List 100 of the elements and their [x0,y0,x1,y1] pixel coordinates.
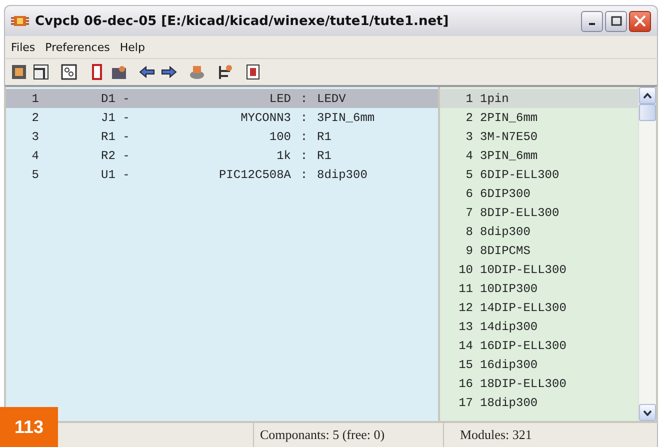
maximize-icon [610,16,622,26]
row-number: 8 [464,224,473,238]
right-arrow-icon[interactable] [161,64,177,80]
row-number: 17 [458,396,473,410]
module-name: 10DIP-ELL300 [480,262,566,276]
row-number: 15 [458,358,473,372]
window-title: Cvpcb 06-dec-05 [E:/kicad/kicad/winexe/tute1/tute1.net] [35,14,450,28]
module-name: 2PIN_6mm [480,110,538,124]
component-footprint: 8dip300 [317,168,368,182]
module-row[interactable]: 14 16DIP-ELL300 [440,336,638,355]
component-value: 100 [268,130,291,144]
row-number: 2 [464,110,473,124]
scroll-down-button[interactable] [639,404,656,421]
row-number: 1 [30,92,39,106]
module-row[interactable]: 1 1pin [440,89,638,108]
module-name: 18dip300 [480,396,538,410]
component-value: PIC12C508A [218,168,291,182]
module-row[interactable]: 10 10DIP-ELL300 [440,260,638,279]
row-number: 13 [458,320,473,334]
scroll-up-button[interactable] [639,87,656,104]
component-footprint: R1 [317,148,332,162]
module-row[interactable]: 2 2PIN_6mm [440,108,638,127]
document-icon[interactable] [245,64,261,80]
module-name: 6DIP-ELL300 [480,168,560,182]
module-name: 3M-N7E50 [480,130,538,144]
footprint-icon[interactable] [111,64,127,80]
module-name: 18DIP-ELL300 [480,376,566,390]
row-number: 4 [30,148,39,162]
component-reference: R1 - [101,130,131,144]
row-number: 11 [458,282,473,296]
menu-item[interactable]: Files [11,40,36,54]
component-row[interactable]: 3 R1 - 100 : R1 [6,127,438,146]
component-value: 1k [276,148,291,162]
status-text: Componants: 5 (free: 0) [254,423,444,447]
row-number: 5 [464,168,473,182]
menu-item[interactable]: Preferences [45,40,110,54]
row-number: 4 [464,148,473,162]
down-caret-icon [643,410,652,416]
status-text: Modules: 321 [459,427,532,443]
component-footprint: LEDV [317,92,346,106]
menu-item[interactable]: Help [120,40,145,54]
module-row[interactable]: 5 6DIP-ELL300 [440,165,638,184]
separator: : [299,168,309,182]
component-row[interactable]: 5 U1 - PIC12C508A : 8dip300 [6,165,438,184]
component-footprint: 3PIN_6mm [317,110,375,124]
module-row[interactable]: 12 14DIP-ELL300 [440,298,638,317]
module-name: 3PIN_6mm [480,148,538,162]
maximize-button[interactable] [605,10,627,32]
module-row[interactable]: 13 14dip300 [440,317,638,336]
row-number: 12 [458,300,473,314]
left-arrow-icon[interactable] [139,64,155,80]
row-number: 3 [464,130,473,144]
component-row[interactable]: 1 D1 - LED : LEDV [6,89,438,108]
module-row[interactable]: 9 8DIPCMS [440,241,638,260]
module-icon[interactable] [61,64,77,80]
component-value: MYCONN3 [240,110,291,124]
auto-assign-icon[interactable] [189,64,205,80]
component-reference: U1 - [101,168,131,182]
row-number: 10 [458,262,473,276]
separator: : [299,92,309,106]
minimize-button[interactable] [581,10,603,32]
component-reference: J1 - [101,110,131,124]
row-number: 14 [458,338,473,352]
component-row[interactable]: 4 R2 - 1k : R1 [6,146,438,165]
module-row[interactable]: 16 18DIP-ELL300 [440,374,638,393]
module-name: 16DIP-ELL300 [480,338,566,352]
chip-outline-icon[interactable] [89,64,105,80]
row-number: 7 [464,206,473,220]
module-row[interactable]: 15 16dip300 [440,355,638,374]
row-number: 1 [464,92,473,106]
module-row[interactable]: 11 10DIP300 [440,279,638,298]
separator: : [299,148,309,162]
module-name: 1pin [480,92,509,106]
close-button[interactable] [629,10,651,32]
component-row[interactable]: 2 J1 - MYCONN3 : 3PIN_6mm [6,108,438,127]
component-value: LED [268,92,291,106]
row-number: 9 [464,244,473,258]
module-row[interactable]: 6 6DIP300 [440,184,638,203]
list-icon[interactable] [217,64,233,80]
board-icon[interactable] [33,64,49,80]
module-name: 16dip300 [480,358,538,372]
module-name: 8DIP-ELL300 [480,206,560,220]
scrollbar[interactable] [638,87,656,421]
separator: : [299,130,309,144]
module-row[interactable]: 4 3PIN_6mm [440,146,638,165]
module-row[interactable]: 3 3M-N7E50 [440,127,638,146]
row-number: 6 [464,186,473,200]
row-number: 3 [30,130,39,144]
module-name: 6DIP300 [480,186,530,200]
row-number: 2 [30,110,39,124]
module-row[interactable]: 7 8DIP-ELL300 [440,203,638,222]
component-reference: D1 - [101,92,131,106]
chip-icon[interactable] [11,64,27,80]
module-name: 14dip300 [480,320,538,334]
scroll-thumb[interactable] [639,104,656,121]
separator: : [299,110,309,124]
close-icon [634,15,646,27]
row-number: 5 [30,168,39,182]
module-row[interactable]: 8 8dip300 [440,222,638,241]
module-row[interactable]: 17 18dip300 [440,393,638,412]
